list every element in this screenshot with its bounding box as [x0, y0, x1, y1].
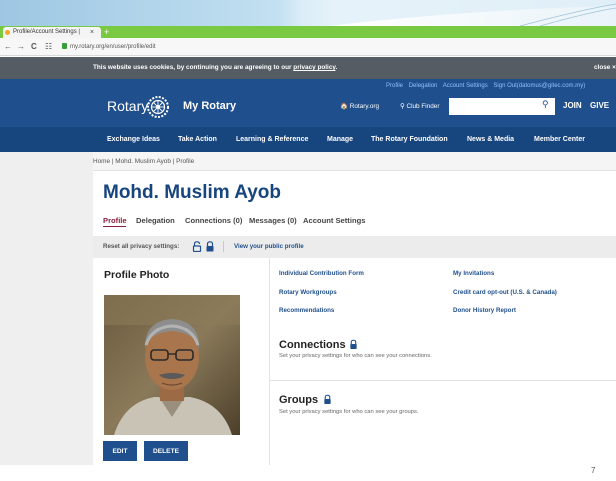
rotary-wheel-icon [147, 96, 169, 118]
tab-connections[interactable]: Connections (0) [185, 216, 242, 225]
cookie-text-end: . [335, 64, 338, 71]
unlock-icon[interactable] [192, 241, 202, 252]
url-field[interactable]: my.rotary.org/en/user/profile/edit [70, 41, 155, 53]
rotary-org-link[interactable]: 🏠 Rotary.org [340, 102, 379, 110]
profile-photo-heading: Profile Photo [104, 269, 170, 281]
cookie-text: This website uses cookies, by continuing… [93, 64, 294, 71]
nav-news-media[interactable]: News & Media [467, 127, 514, 152]
section-divider [270, 380, 616, 381]
favicon-icon [5, 30, 10, 35]
profile-photo [104, 295, 240, 435]
individual-contribution-link[interactable]: Individual Contribution Form [279, 270, 364, 277]
privacy-reset-label: Reset all privacy settings: [103, 243, 180, 250]
back-icon[interactable]: ← [4, 41, 12, 53]
nav-learning-reference[interactable]: Learning & Reference [236, 127, 308, 152]
edit-photo-button[interactable]: EDIT [103, 441, 137, 461]
utility-links: Profile Delegation Account Settings Sign… [386, 83, 589, 89]
groups-description: Set your privacy settings for who can se… [279, 409, 419, 415]
nav-manage[interactable]: Manage [327, 127, 353, 152]
tab-delegation[interactable]: Delegation [136, 216, 175, 225]
nav-member-center[interactable]: Member Center [534, 127, 585, 152]
page-gutter [0, 152, 93, 465]
slide-footer [0, 465, 616, 481]
cookie-close-button[interactable]: close × [594, 57, 616, 79]
util-link-delegation[interactable]: Delegation [409, 83, 438, 89]
view-public-profile-link[interactable]: View your public profile [234, 236, 304, 258]
my-rotary-title[interactable]: My Rotary [183, 99, 236, 113]
delete-photo-button[interactable]: DELETE [144, 441, 188, 461]
recommendations-link[interactable]: Recommendations [279, 307, 334, 314]
connections-heading: Connections [279, 339, 346, 351]
util-link-sign-out[interactable]: Sign Out(datomus@gitec.com.my) [493, 83, 585, 89]
groups-lock-icon[interactable] [323, 394, 332, 405]
apps-icon[interactable]: ☷ [45, 41, 52, 53]
tab-account-settings[interactable]: Account Settings [303, 216, 365, 225]
reload-icon[interactable]: C [31, 41, 37, 53]
privacy-policy-link[interactable]: privacy policy [293, 64, 335, 71]
util-link-profile[interactable]: Profile [386, 83, 403, 89]
rotary-workgroups-link[interactable]: Rotary Workgroups [279, 289, 337, 296]
privacy-divider [223, 241, 224, 252]
browser-tab[interactable]: Profile/Account Settings | [3, 27, 101, 38]
active-tab-indicator [103, 226, 126, 227]
slide-header-decoration [0, 0, 616, 26]
column-divider [269, 258, 270, 465]
credit-card-opt-out-link[interactable]: Credit card opt-out (U.S. & Canada) [453, 289, 557, 296]
give-button[interactable]: GIVE [590, 101, 609, 110]
page-title: Mohd. Muslim Ayob [103, 182, 282, 203]
search-input[interactable] [449, 98, 555, 115]
nav-take-action[interactable]: Take Action [178, 127, 217, 152]
breadcrumb[interactable]: Home | Mohd. Muslim Ayob | Profile [93, 152, 194, 171]
lock-icon[interactable] [205, 241, 215, 252]
rotary-logo-text[interactable]: Rotary [107, 97, 148, 115]
new-tab-button[interactable]: + [104, 27, 109, 38]
close-tab-icon[interactable]: × [90, 27, 94, 38]
nav-exchange-ideas[interactable]: Exchange Ideas [107, 127, 160, 152]
search-icon[interactable]: ⚲ [542, 99, 549, 110]
donor-history-link[interactable]: Donor History Report [453, 307, 516, 314]
forward-icon[interactable]: → [17, 41, 25, 53]
util-link-account-settings[interactable]: Account Settings [443, 83, 488, 89]
connections-lock-icon[interactable] [349, 339, 358, 350]
connections-description: Set your privacy settings for who can se… [279, 353, 432, 359]
cookie-message: This website uses cookies, by continuing… [93, 57, 337, 79]
tab-messages[interactable]: Messages (0) [249, 216, 297, 225]
my-invitations-link[interactable]: My Invitations [453, 270, 494, 277]
club-finder-link[interactable]: ⚲ Club Finder [400, 102, 440, 110]
secure-lock-icon [62, 43, 67, 49]
groups-heading: Groups [279, 394, 319, 406]
join-button[interactable]: JOIN [563, 101, 582, 110]
slide-number: 7 [591, 466, 596, 475]
nav-rotary-foundation[interactable]: The Rotary Foundation [371, 127, 448, 152]
tab-profile[interactable]: Profile [103, 216, 127, 225]
